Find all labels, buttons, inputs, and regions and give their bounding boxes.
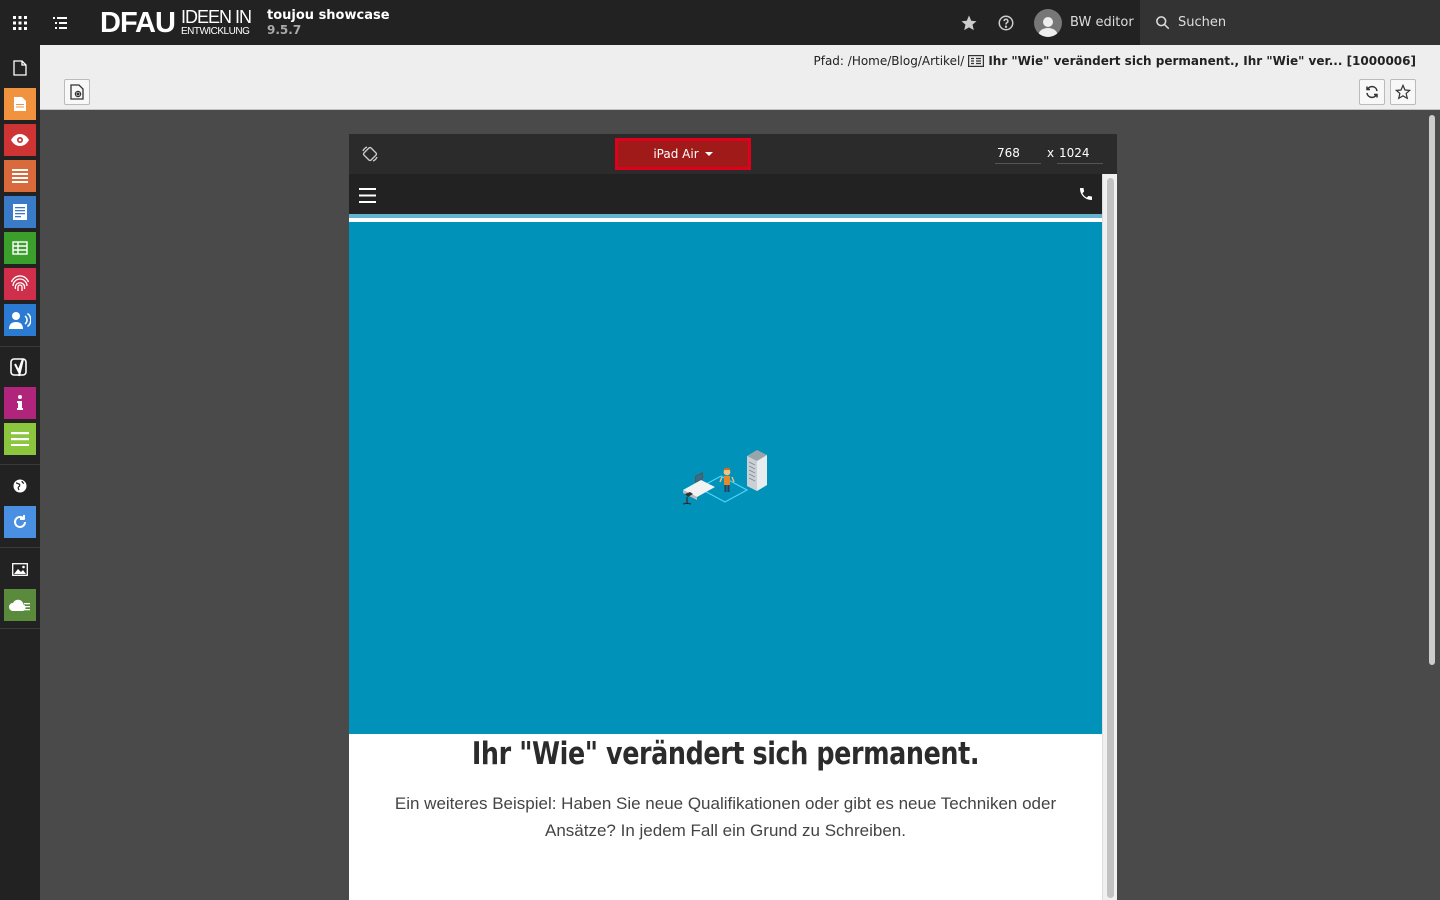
eye-icon	[11, 134, 29, 146]
document-icon	[14, 97, 26, 111]
office-illustration-icon	[682, 450, 767, 505]
rotate-device-icon	[362, 146, 378, 162]
reload-button[interactable]	[1359, 79, 1385, 105]
user-menu[interactable]: BW editor	[1034, 7, 1134, 38]
fingerprint-icon	[10, 275, 30, 291]
device-select-button[interactable]: iPad Air	[615, 138, 751, 170]
module-form[interactable]	[4, 196, 36, 228]
docheader: Pfad: /Home/Blog/Artikel/ Ihr "Wie" verä…	[40, 45, 1440, 110]
document-view-icon	[70, 84, 84, 100]
site-info: toujou showcase 9.5.7	[267, 8, 390, 38]
preview-toolbar: iPad Air 768 x 1024	[349, 134, 1117, 174]
bookmarks-button[interactable]	[958, 12, 980, 34]
phone-icon	[1080, 188, 1092, 200]
bookmark-button[interactable]	[1390, 79, 1416, 105]
device-name: iPad Air	[653, 147, 699, 161]
module-globe[interactable]	[4, 470, 36, 502]
module-view[interactable]	[4, 124, 36, 156]
globe-icon	[13, 479, 27, 493]
user-icon	[1038, 16, 1058, 37]
search-label: Suchen	[1178, 15, 1227, 30]
hamburger-icon	[359, 188, 376, 203]
topbar: DFAU IDEEN IN ENTWICKLUNG toujou showcas…	[0, 0, 1440, 45]
width-input[interactable]: 768	[997, 146, 1020, 160]
module-table[interactable]	[4, 232, 36, 264]
reload-icon	[14, 515, 26, 528]
record-icon	[968, 55, 985, 67]
refresh-icon	[1366, 85, 1378, 99]
info-icon	[17, 395, 23, 410]
help-icon	[998, 15, 1014, 31]
site-version: 9.5.7	[267, 23, 302, 37]
preview-frame: Ihr "Wie" verändert sich permanent. Ein …	[349, 174, 1102, 900]
preview-scrollbar[interactable]	[1102, 174, 1117, 900]
module-lines[interactable]	[4, 423, 36, 455]
breadcrumb-record: Ihr "Wie" verändert sich permanent., Ihr…	[988, 54, 1416, 68]
height-prefix: x	[1047, 146, 1055, 160]
module-info[interactable]	[4, 387, 36, 419]
module-page[interactable]	[4, 52, 36, 84]
app-grid-icon	[13, 15, 27, 30]
module-list[interactable]	[4, 88, 36, 120]
article-lead: Ein weiteres Beispiel: Haben Sie neue Qu…	[394, 794, 1057, 840]
search-icon	[1156, 16, 1170, 30]
caret-down-icon	[704, 152, 713, 156]
module-cloud[interactable]	[4, 589, 36, 621]
lines-icon	[11, 432, 29, 446]
page-icon	[13, 60, 27, 76]
site-name: toujou showcase	[267, 8, 390, 23]
breadcrumb: Pfad: /Home/Blog/Artikel/ Ihr "Wie" verä…	[813, 54, 1416, 68]
user-name: BW editor	[1070, 15, 1134, 30]
star-outline-icon	[1395, 84, 1411, 100]
module-image[interactable]	[4, 553, 36, 585]
cloud-icon	[9, 599, 30, 611]
module-fingerprint[interactable]	[4, 268, 36, 300]
module-records[interactable]	[4, 160, 36, 192]
yoast-icon	[10, 358, 27, 377]
content-scrollbar[interactable]	[1424, 110, 1440, 900]
article-title: Ihr "Wie" verändert sich permanent.	[471, 736, 980, 772]
logo-line2: ENTWICKLUNG	[180, 26, 250, 37]
view-webpage-button[interactable]	[64, 79, 90, 105]
app-grid-button[interactable]	[0, 0, 40, 45]
star-icon	[961, 15, 977, 31]
image-icon	[12, 562, 28, 576]
module-reload[interactable]	[4, 506, 36, 538]
avatar	[1034, 8, 1062, 37]
logo[interactable]: DFAU IDEEN IN ENTWICKLUNG	[100, 7, 252, 39]
phone-button[interactable]	[1078, 186, 1094, 206]
device-preview: iPad Air 768 x 1024 Ihr "Wie" verändert …	[349, 134, 1117, 900]
form-icon	[13, 204, 27, 220]
logo-line1: IDEEN IN	[180, 7, 252, 27]
module-yoast[interactable]	[4, 351, 36, 383]
search-button[interactable]: Suchen	[1140, 0, 1440, 45]
table-icon	[12, 241, 28, 255]
module-menu	[0, 45, 40, 900]
tree-list-icon	[53, 16, 67, 29]
pagetree-toggle-button[interactable]	[40, 0, 80, 45]
list-icon	[12, 169, 28, 183]
rotate-button[interactable]	[361, 145, 379, 163]
height-input[interactable]: 1024	[1059, 146, 1090, 160]
breadcrumb-path: Pfad: /Home/Blog/Artikel/	[813, 54, 965, 68]
hamburger-menu-button[interactable]	[359, 188, 376, 207]
hero-image	[349, 222, 1102, 734]
help-button[interactable]	[995, 12, 1017, 34]
site-navbar	[349, 174, 1102, 218]
logo-main: DFAU	[100, 7, 176, 39]
module-users[interactable]	[4, 304, 36, 336]
users-icon	[9, 312, 31, 329]
